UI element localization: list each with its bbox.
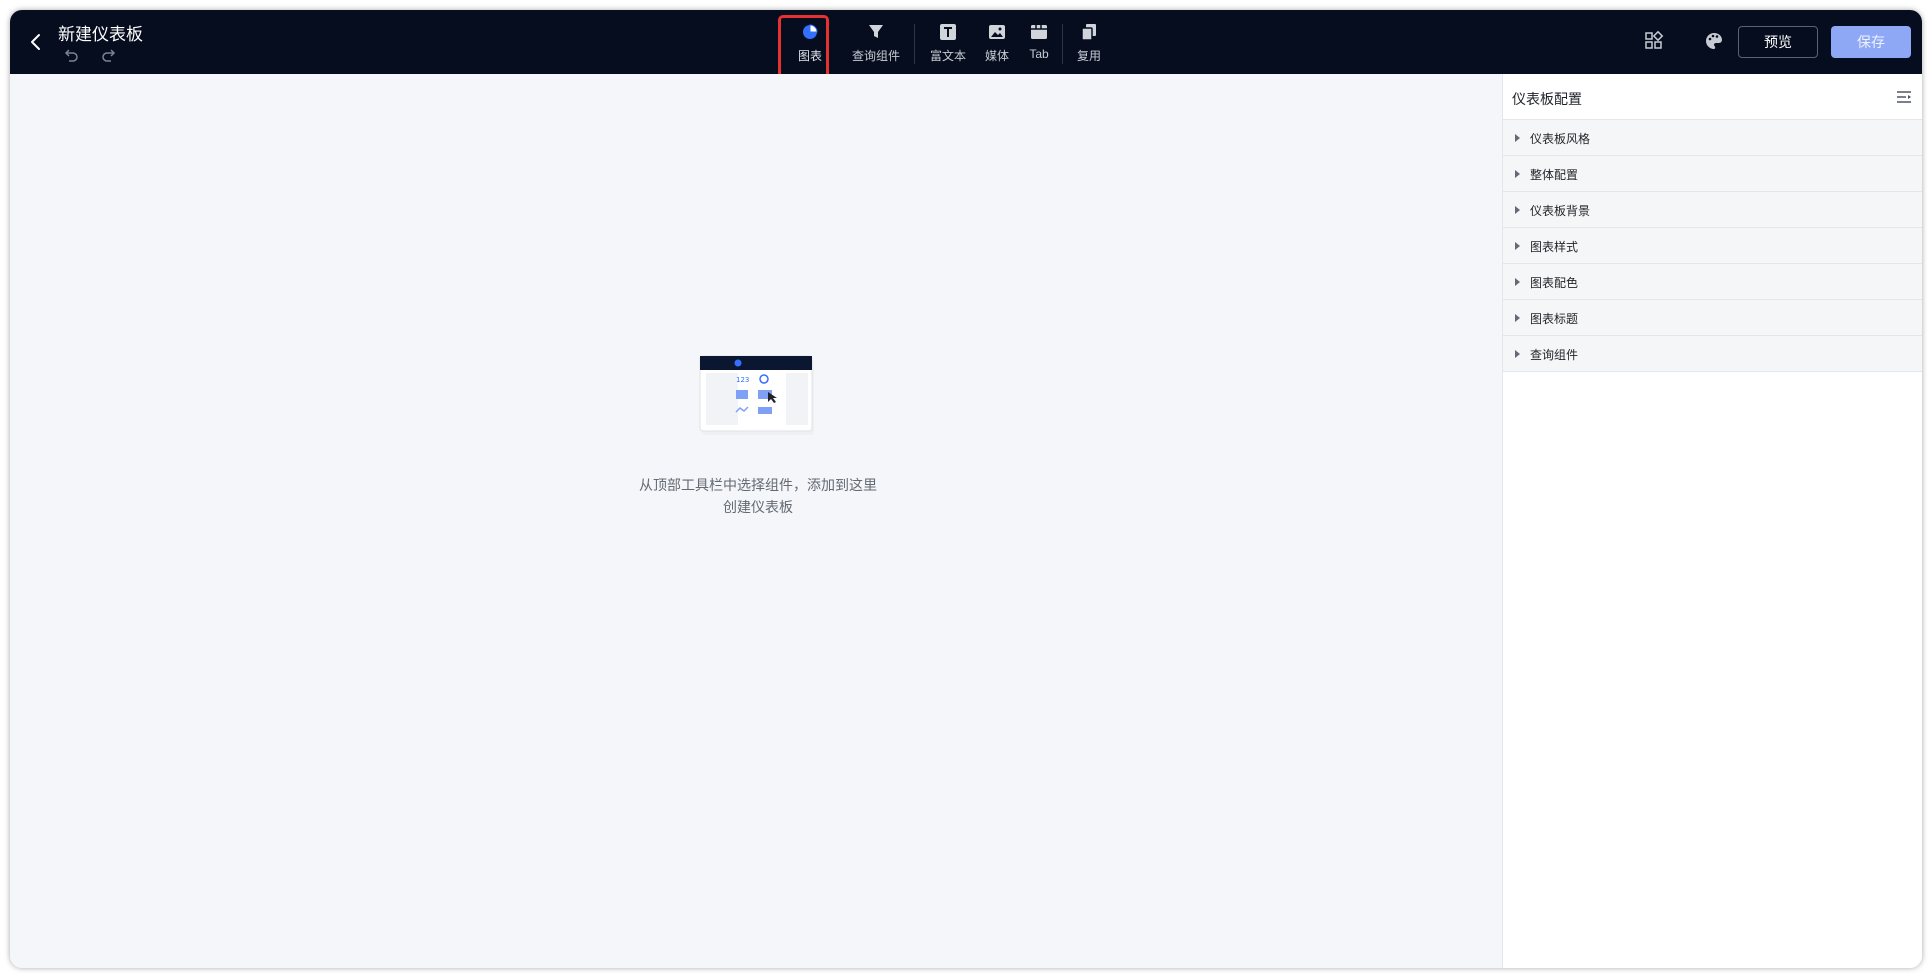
toolbar-richtext-label: 富文本 bbox=[929, 49, 966, 63]
caret-right-icon bbox=[1515, 242, 1520, 250]
section-chart-style[interactable]: 图表样式 bbox=[1503, 228, 1922, 264]
section-chart-title[interactable]: 图表标题 bbox=[1503, 300, 1922, 336]
section-label: 整体配置 bbox=[1530, 168, 1579, 182]
save-button[interactable]: 保存 bbox=[1831, 26, 1911, 58]
undo-icon[interactable] bbox=[62, 46, 80, 64]
caret-right-icon bbox=[1515, 170, 1520, 178]
section-chart-colors[interactable]: 图表配色 bbox=[1503, 264, 1922, 300]
toolbar-richtext-button[interactable]: 富文本 bbox=[928, 20, 968, 68]
toolbar-reuse-button[interactable]: 复用 bbox=[1076, 20, 1102, 68]
caret-right-icon bbox=[1515, 134, 1520, 142]
toolbar-chart-button[interactable]: 图表 bbox=[790, 20, 830, 68]
redo-icon[interactable] bbox=[100, 46, 118, 64]
section-label: 图表样式 bbox=[1530, 240, 1579, 254]
caret-right-icon bbox=[1515, 278, 1520, 286]
section-label: 图表配色 bbox=[1530, 276, 1579, 290]
section-label: 查询组件 bbox=[1530, 348, 1579, 362]
collapse-panel-icon[interactable] bbox=[1895, 88, 1913, 106]
section-query-component[interactable]: 查询组件 bbox=[1503, 336, 1922, 372]
section-label: 仪表板背景 bbox=[1530, 204, 1591, 218]
panel-title: 仪表板配置 bbox=[1512, 91, 1582, 107]
theme-palette-icon[interactable] bbox=[1703, 30, 1725, 52]
caret-right-icon bbox=[1515, 350, 1520, 358]
empty-hint-text: 从顶部工具栏中选择组件，添加到这里 创建仪表板 bbox=[610, 474, 906, 518]
caret-right-icon bbox=[1515, 206, 1520, 214]
section-label: 仪表板风格 bbox=[1530, 132, 1591, 146]
section-label: 图表标题 bbox=[1530, 312, 1579, 326]
tab-icon bbox=[1031, 25, 1047, 39]
toolbar-tab-label: Tab bbox=[1029, 47, 1049, 61]
dashboard-canvas[interactable]: 123 从顶部工具栏中选择组件，添加到这里 创建仪表板 bbox=[10, 74, 1502, 968]
text-icon bbox=[940, 24, 956, 40]
image-icon bbox=[989, 25, 1005, 39]
toolbar-reuse-label: 复用 bbox=[1076, 49, 1101, 63]
toolbar-query-button[interactable]: 查询组件 bbox=[850, 20, 902, 68]
toolbar-chart-label: 图表 bbox=[797, 49, 822, 63]
panel-header: 仪表板配置 bbox=[1503, 74, 1922, 120]
toolbar-media-button[interactable]: 媒体 bbox=[984, 20, 1010, 68]
section-overall-config[interactable]: 整体配置 bbox=[1503, 156, 1922, 192]
dashboard-title[interactable]: 新建仪表板 bbox=[58, 20, 143, 45]
caret-right-icon bbox=[1515, 314, 1520, 322]
dashboard-editor-window: 新建仪表板 图表 查询组件 富文本 媒体 Tab 复用 预览 保存 123 从顶… bbox=[10, 10, 1922, 968]
empty-hint-line2: 创建仪表板 bbox=[723, 499, 793, 515]
toolbar-tab-button[interactable]: Tab bbox=[1026, 20, 1052, 68]
empty-dashboard-illustration: 123 bbox=[699, 355, 814, 435]
copy-icon bbox=[1081, 24, 1096, 41]
preview-button[interactable]: 预览 bbox=[1738, 26, 1818, 58]
dashboard-config-panel: 仪表板配置 仪表板风格 整体配置 仪表板背景 图表样式 图表配色 图表标题 查询… bbox=[1502, 74, 1922, 968]
svg-text:123: 123 bbox=[736, 376, 749, 384]
toolbar-divider bbox=[1062, 24, 1063, 64]
top-toolbar: 新建仪表板 图表 查询组件 富文本 媒体 Tab 复用 预览 保存 bbox=[10, 10, 1922, 81]
pie-chart-icon bbox=[803, 24, 818, 39]
section-dashboard-style[interactable]: 仪表板风格 bbox=[1503, 120, 1922, 156]
empty-hint-line1: 从顶部工具栏中选择组件，添加到这里 bbox=[639, 477, 877, 493]
toolbar-query-label: 查询组件 bbox=[851, 49, 900, 63]
section-dashboard-background[interactable]: 仪表板背景 bbox=[1503, 192, 1922, 228]
toolbar-divider bbox=[914, 24, 915, 64]
filter-icon bbox=[869, 25, 883, 38]
toolbar-media-label: 媒体 bbox=[984, 49, 1009, 63]
back-arrow-icon[interactable] bbox=[24, 30, 48, 54]
layout-grid-icon[interactable] bbox=[1643, 30, 1665, 52]
